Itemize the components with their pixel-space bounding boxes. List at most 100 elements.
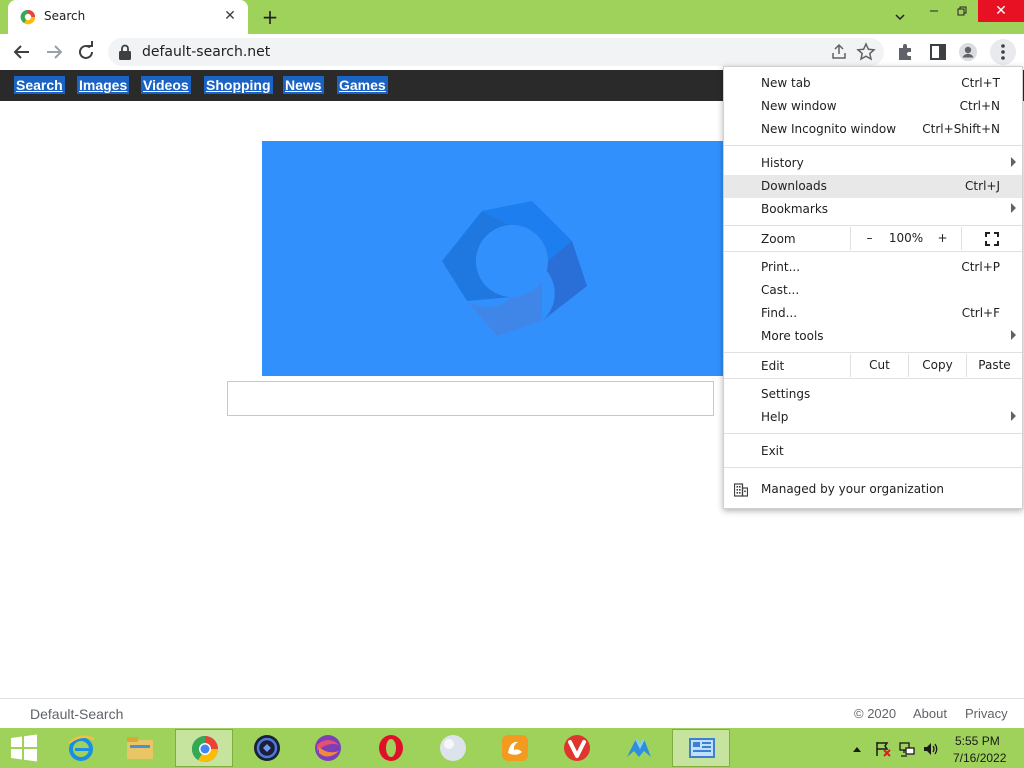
- side-panel-icon[interactable]: [928, 42, 948, 62]
- app-wing-icon: [627, 738, 651, 757]
- submenu-arrow-icon: [1011, 411, 1016, 421]
- footer-brand: Default-Search: [30, 706, 124, 722]
- zoom-level-value: 100%: [888, 231, 924, 245]
- back-arrow-icon[interactable]: [10, 40, 34, 64]
- menu-row-edit: Edit Cut Copy Paste: [724, 354, 1022, 377]
- tab-search-chevron-icon[interactable]: [884, 6, 916, 28]
- site-favicon-icon: [20, 9, 36, 25]
- taskbar-vivaldi[interactable]: [548, 729, 606, 767]
- footer-privacy-link[interactable]: Privacy: [965, 706, 1008, 721]
- nav-link-search[interactable]: Search: [14, 76, 65, 94]
- taskbar-app-orb[interactable]: [424, 729, 482, 767]
- windows-taskbar: 5:55 PM 7/16/2022: [0, 728, 1024, 768]
- menu-separator: [724, 378, 1022, 379]
- chrome-icon: [191, 735, 219, 763]
- chrome-menu-button[interactable]: [990, 39, 1016, 65]
- profile-avatar-icon[interactable]: [958, 42, 978, 62]
- tab-close-icon[interactable]: ✕: [220, 6, 240, 26]
- nav-link-news[interactable]: News: [283, 76, 324, 94]
- menu-item-cast[interactable]: Cast...: [724, 279, 1022, 302]
- menu-item-managed-by-organization[interactable]: Managed by your organization: [724, 478, 1022, 501]
- url-text[interactable]: default-search.net: [142, 44, 270, 60]
- folder-icon: [127, 737, 153, 759]
- submenu-arrow-icon: [1011, 157, 1016, 167]
- taskbar-file-explorer[interactable]: [111, 729, 169, 767]
- share-icon[interactable]: [830, 43, 848, 61]
- action-center-flag-icon[interactable]: [874, 740, 892, 758]
- nav-link-games[interactable]: Games: [337, 76, 388, 94]
- menu-item-bookmarks[interactable]: Bookmarks: [724, 198, 1022, 221]
- taskbar-opera[interactable]: [362, 729, 420, 767]
- menu-item-help[interactable]: Help: [724, 406, 1022, 429]
- app-orb-icon: [440, 735, 466, 761]
- menu-item-settings[interactable]: Settings: [724, 383, 1022, 406]
- uc-browser-icon: [502, 735, 528, 761]
- zoom-in-button[interactable]: +: [924, 227, 961, 250]
- clock-date[interactable]: 7/16/2022: [953, 751, 1006, 765]
- control-panel-icon: [689, 738, 715, 758]
- menu-item-more-tools[interactable]: More tools: [724, 325, 1022, 348]
- menu-separator: [724, 225, 1022, 226]
- menu-item-new-incognito-window[interactable]: New Incognito window Ctrl+Shift+N: [724, 118, 1022, 141]
- menu-separator: [724, 352, 1022, 353]
- new-tab-button[interactable]: +: [258, 6, 282, 28]
- three-dots-vertical-icon: [1001, 44, 1005, 60]
- system-tray: 5:55 PM 7/16/2022: [848, 728, 1024, 768]
- edit-cut-button[interactable]: Cut: [850, 354, 908, 377]
- taskbar-app-swirl[interactable]: [299, 729, 357, 767]
- bookmark-star-icon[interactable]: [856, 42, 876, 62]
- restore-window-button[interactable]: [946, 0, 978, 22]
- site-logo-icon: [442, 201, 587, 336]
- taskbar-control-panel[interactable]: [672, 729, 730, 767]
- menu-item-new-window[interactable]: New window Ctrl+N: [724, 95, 1022, 118]
- volume-speaker-icon[interactable]: [922, 740, 940, 758]
- internet-explorer-icon: [68, 735, 95, 761]
- fullscreen-button[interactable]: [961, 227, 1022, 250]
- taskbar-app-dark[interactable]: [238, 729, 296, 767]
- title-bar: Search ✕ + ✕: [0, 0, 1024, 34]
- search-input[interactable]: [227, 381, 714, 416]
- tab-title: Search: [44, 9, 86, 23]
- menu-item-find[interactable]: Find... Ctrl+F: [724, 302, 1022, 325]
- forward-arrow-icon[interactable]: [42, 40, 66, 64]
- reload-icon[interactable]: [74, 40, 98, 64]
- nav-link-videos[interactable]: Videos: [141, 76, 191, 94]
- taskbar-chrome[interactable]: [175, 729, 233, 767]
- fullscreen-icon: [985, 232, 999, 246]
- browser-tab[interactable]: Search ✕: [8, 0, 248, 34]
- menu-item-print[interactable]: Print... Ctrl+P: [724, 256, 1022, 279]
- show-hidden-icons-chevron-icon[interactable]: [852, 745, 862, 753]
- page-footer: Default-Search © 2020 About Privacy: [0, 698, 1024, 728]
- browser-toolbar: default-search.net: [0, 34, 1024, 70]
- menu-separator: [724, 433, 1022, 434]
- menu-item-new-tab[interactable]: New tab Ctrl+T: [724, 72, 1022, 95]
- footer-about-link[interactable]: About: [913, 706, 947, 721]
- menu-separator: [724, 251, 1022, 252]
- clock-time[interactable]: 5:55 PM: [955, 734, 1000, 748]
- edit-paste-button[interactable]: Paste: [966, 354, 1022, 377]
- taskbar-internet-explorer[interactable]: [52, 729, 110, 767]
- menu-item-exit[interactable]: Exit: [724, 440, 1022, 463]
- address-bar[interactable]: default-search.net: [108, 38, 884, 66]
- lock-icon[interactable]: [118, 44, 132, 60]
- site-banner: [262, 141, 730, 376]
- start-button[interactable]: [0, 728, 48, 768]
- edit-copy-button[interactable]: Copy: [908, 354, 966, 377]
- extensions-puzzle-icon[interactable]: [896, 42, 916, 62]
- menu-row-zoom: Zoom – 100% +: [724, 227, 1022, 250]
- nav-link-images[interactable]: Images: [77, 76, 130, 94]
- zoom-out-button[interactable]: –: [850, 227, 888, 250]
- taskbar-uc-browser[interactable]: [486, 729, 544, 767]
- menu-separator: [724, 467, 1022, 468]
- app-swirl-icon: [315, 735, 341, 761]
- taskbar-app-wing[interactable]: [610, 729, 668, 767]
- footer-copyright: © 2020: [854, 706, 897, 721]
- chrome-main-menu: New tab Ctrl+T New window Ctrl+N New Inc…: [723, 66, 1023, 509]
- network-icon[interactable]: [898, 740, 916, 758]
- menu-item-history[interactable]: History: [724, 152, 1022, 175]
- app-dark-icon: [254, 735, 280, 761]
- vivaldi-icon: [564, 735, 590, 761]
- menu-item-downloads[interactable]: Downloads Ctrl+J: [724, 175, 1022, 198]
- nav-link-shopping[interactable]: Shopping: [204, 76, 273, 94]
- close-window-button[interactable]: ✕: [978, 0, 1024, 22]
